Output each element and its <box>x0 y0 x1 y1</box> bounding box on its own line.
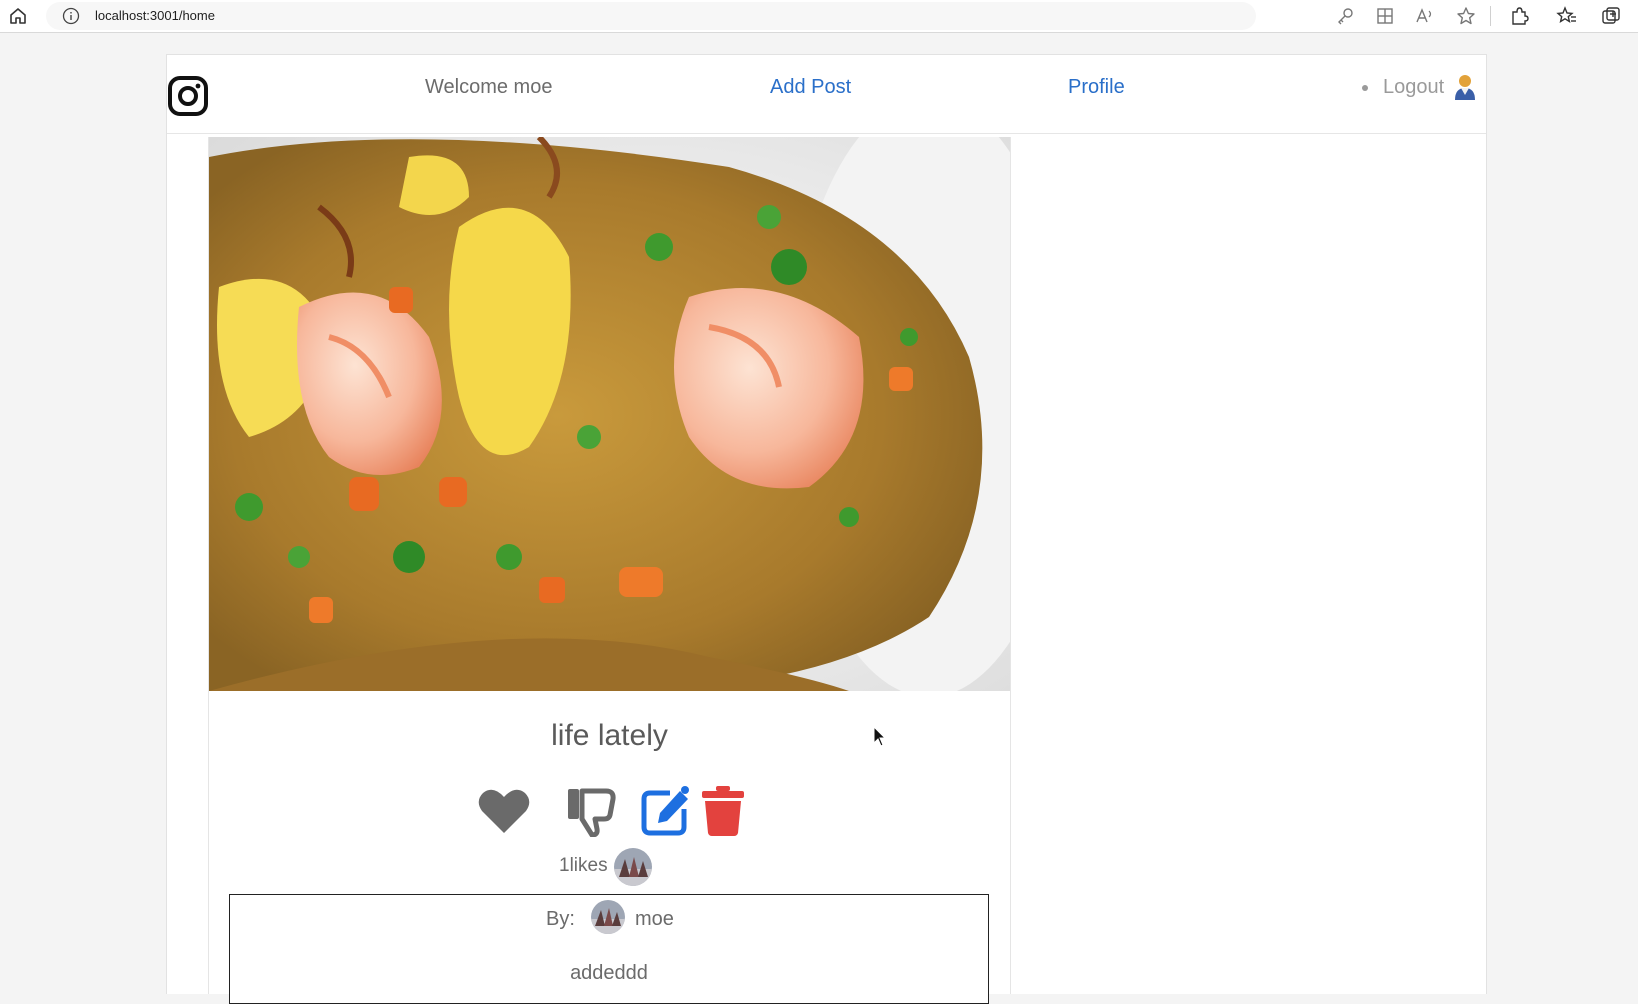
profile-link[interactable]: Profile <box>1068 76 1125 99</box>
url-text[interactable]: localhost:3001/home <box>95 8 215 23</box>
star-icon[interactable] <box>1455 5 1477 27</box>
trash-icon[interactable] <box>700 785 746 837</box>
favorites-icon[interactable] <box>1556 5 1578 27</box>
post-actions <box>209 785 1010 841</box>
instagram-icon[interactable] <box>167 75 209 117</box>
post-title: life lately <box>551 719 668 752</box>
welcome-text: Welcome moe <box>425 76 553 98</box>
extensions-icon[interactable] <box>1508 5 1530 27</box>
likes-row: 1likes <box>209 845 1010 889</box>
add-post-link[interactable]: Add Post <box>770 76 851 99</box>
grid-icon[interactable] <box>1374 5 1396 27</box>
by-label: By: <box>546 908 575 930</box>
avatar[interactable] <box>613 847 653 887</box>
mouse-cursor-icon <box>873 726 887 747</box>
comment-author[interactable]: moe <box>635 908 674 931</box>
toolbar-divider <box>1490 6 1491 26</box>
navbar: Welcome moe Add Post Profile Logout <box>167 55 1486 134</box>
avatar[interactable] <box>590 899 626 935</box>
browser-toolbar: localhost:3001/home <box>0 0 1638 33</box>
list-bullet <box>1362 85 1368 91</box>
likes-count[interactable]: 1likes <box>559 855 608 877</box>
key-icon[interactable] <box>1334 5 1356 27</box>
app-container: Welcome moe Add Post Profile Logout life… <box>166 54 1487 1004</box>
comment-box: By: moe addeddd <box>229 894 989 1004</box>
address-bar[interactable]: localhost:3001/home <box>46 2 1256 30</box>
edit-icon[interactable] <box>640 785 690 837</box>
post-image <box>209 137 1010 691</box>
collections-icon[interactable] <box>1600 5 1622 27</box>
read-aloud-icon[interactable] <box>1414 5 1436 27</box>
info-icon[interactable] <box>62 7 80 25</box>
heart-icon[interactable] <box>477 785 531 837</box>
comment-text: addeddd <box>570 962 648 984</box>
thumbs-down-icon[interactable] <box>566 785 618 837</box>
logout-link[interactable]: Logout <box>1383 76 1444 99</box>
home-icon[interactable] <box>8 6 28 26</box>
user-icon[interactable] <box>1454 73 1476 101</box>
post-card: life lately 1likes By: moe addeddd <box>208 137 1011 1004</box>
